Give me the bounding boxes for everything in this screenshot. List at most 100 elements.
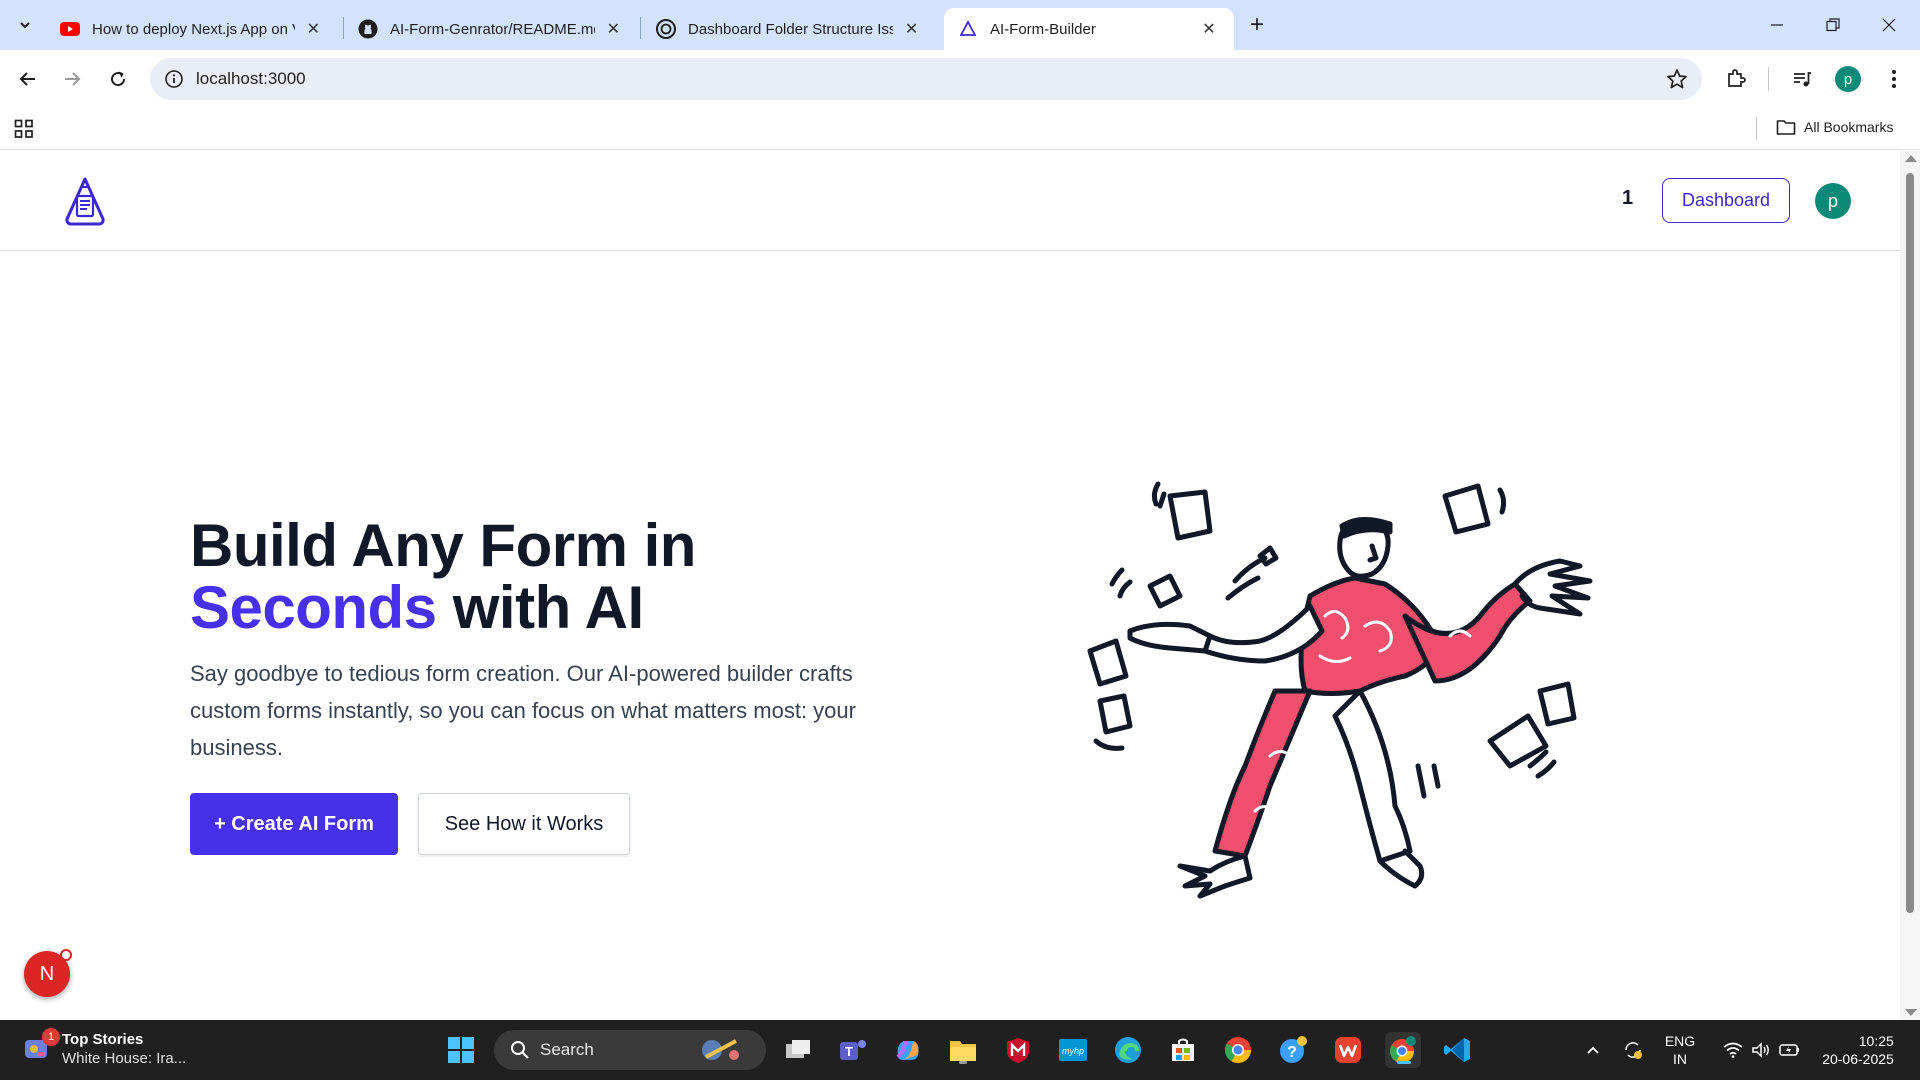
browser-menu-button[interactable]	[1878, 63, 1910, 95]
wps-office-app[interactable]	[1330, 1032, 1366, 1068]
chrome-profile-app[interactable]	[1385, 1032, 1421, 1068]
sync-icon	[1625, 1042, 1642, 1059]
mcafee-shield-icon	[1007, 1038, 1029, 1063]
create-ai-form-button[interactable]: + Create AI Form	[190, 793, 398, 855]
search-label: Search	[540, 1040, 594, 1059]
microsoft-store-app[interactable]	[1165, 1032, 1201, 1068]
app-logo-icon	[958, 19, 978, 39]
minimize-button[interactable]	[1762, 10, 1792, 40]
start-button[interactable]	[443, 1032, 479, 1068]
close-tab-icon[interactable]: ✕	[901, 18, 922, 40]
dashboard-button[interactable]: Dashboard	[1662, 178, 1790, 223]
next-letter: N	[39, 962, 55, 985]
language-indicator[interactable]: ENG IN	[1658, 1020, 1702, 1080]
tray-overflow-button[interactable]	[1578, 1020, 1608, 1080]
svg-text:?: ?	[1287, 1044, 1297, 1061]
browser-toolbar: localhost:3000 p	[0, 50, 1920, 108]
page-scrollbar[interactable]	[1900, 151, 1920, 1020]
battery-icon	[1779, 1044, 1799, 1056]
scroll-up-arrow[interactable]	[1905, 155, 1917, 162]
folder-icon	[950, 1041, 976, 1061]
volume-icon	[1752, 1042, 1769, 1058]
taskbar-search[interactable]: Search	[494, 1030, 766, 1070]
tab-youtube[interactable]: How to deploy Next.js App on V ✕	[46, 8, 338, 50]
myhp-icon: myhp	[1059, 1039, 1087, 1061]
wps-icon	[1335, 1037, 1361, 1063]
tab-strip: How to deploy Next.js App on V ✕ AI-Form…	[0, 0, 1920, 50]
restore-button[interactable]	[1818, 10, 1848, 40]
help-icon: ?	[1280, 1036, 1307, 1063]
new-tab-button[interactable]: +	[1244, 11, 1270, 38]
tab-search-button[interactable]	[10, 10, 40, 40]
close-tab-icon[interactable]: ✕	[303, 18, 324, 40]
close-window-button[interactable]	[1874, 10, 1904, 40]
tab-title: AI-Form-Builder	[990, 20, 1096, 38]
user-avatar[interactable]: p	[1815, 183, 1851, 219]
news-widget[interactable]: 1 Top Stories White House: Ira...	[22, 1028, 186, 1068]
edge-app[interactable]	[1110, 1032, 1146, 1068]
arrow-left-icon	[19, 72, 35, 86]
playlist-icon	[1794, 72, 1811, 87]
tab-title: How to deploy Next.js App on V	[92, 20, 295, 38]
edge-icon	[1115, 1037, 1141, 1063]
bookmark-star-icon[interactable]	[1666, 68, 1688, 90]
vscode-app[interactable]	[1440, 1032, 1476, 1068]
news-headline: White House: Ira...	[62, 1050, 187, 1067]
teams-app[interactable]: T	[835, 1032, 871, 1068]
nextjs-dev-indicator[interactable]: N	[24, 949, 72, 997]
page-content: 1 Dashboard p Build Any Form in Seconds …	[0, 151, 1900, 1020]
reload-icon	[111, 71, 126, 87]
vscode-icon	[1444, 1038, 1470, 1062]
file-explorer-app[interactable]	[945, 1032, 981, 1068]
copilot-app[interactable]	[890, 1032, 926, 1068]
see-how-it-works-button[interactable]: See How it Works	[418, 793, 630, 855]
indicator-dot	[60, 949, 72, 961]
clock[interactable]: 10:25 20-06-2025	[1818, 1020, 1898, 1080]
scroll-down-arrow[interactable]	[1905, 1009, 1917, 1016]
site-info-icon[interactable]	[164, 69, 184, 89]
help-app[interactable]: ?	[1275, 1032, 1311, 1068]
tab-title: AI-Form-Genrator/README.md	[390, 20, 595, 38]
news-text: Top Stories White House: Ira...	[62, 1030, 186, 1068]
reload-button[interactable]	[102, 63, 134, 95]
active-indicator	[1397, 1061, 1411, 1064]
quick-settings-button[interactable]	[1712, 1020, 1812, 1080]
back-button[interactable]	[12, 63, 44, 95]
bookmarks-divider	[1756, 118, 1757, 140]
all-bookmarks-button[interactable]: All Bookmarks	[1776, 118, 1893, 136]
juggling-forms-illustration	[1087, 481, 1593, 899]
media-controls-button[interactable]	[1786, 63, 1818, 95]
news-title: Top Stories	[62, 1031, 144, 1048]
tab-github[interactable]: AI-Form-Genrator/README.md ✕	[344, 8, 638, 50]
store-icon	[1172, 1038, 1194, 1061]
folder-icon	[1776, 120, 1796, 135]
myhp-app[interactable]: myhp	[1055, 1032, 1091, 1068]
search-icon	[511, 1041, 529, 1059]
bookmarks-bar: All Bookmarks	[0, 108, 1920, 150]
address-bar[interactable]: localhost:3000	[150, 58, 1702, 100]
arrow-right-icon	[65, 72, 81, 86]
profile-button[interactable]: p	[1832, 63, 1864, 95]
tab-chatgpt[interactable]: Dashboard Folder Structure Issu ✕	[642, 8, 936, 50]
apps-grid-icon	[14, 119, 33, 138]
sync-tray-button[interactable]	[1618, 1020, 1648, 1080]
task-view-button[interactable]	[780, 1032, 816, 1068]
tab-separator	[640, 17, 641, 39]
chevron-down-icon	[20, 22, 30, 29]
extensions-button[interactable]	[1720, 63, 1752, 95]
chrome-app[interactable]	[1220, 1032, 1256, 1068]
close-tab-icon[interactable]: ✕	[603, 18, 624, 40]
forward-button[interactable]	[56, 63, 88, 95]
news-icon: 1	[22, 1028, 60, 1064]
site-header: 1 Dashboard p	[0, 151, 1900, 251]
url-text[interactable]: localhost:3000	[196, 69, 306, 89]
scroll-thumb[interactable]	[1906, 173, 1914, 913]
close-tab-icon[interactable]: ✕	[1198, 18, 1220, 40]
mcafee-app[interactable]	[1000, 1032, 1036, 1068]
apps-button[interactable]	[14, 119, 34, 144]
region-code: IN	[1673, 1051, 1687, 1067]
profile-avatar: p	[1835, 66, 1861, 92]
tab-ai-form-builder[interactable]: AI-Form-Builder ✕	[944, 8, 1234, 50]
form-logo-icon[interactable]	[58, 175, 112, 229]
youtube-icon	[60, 19, 80, 39]
